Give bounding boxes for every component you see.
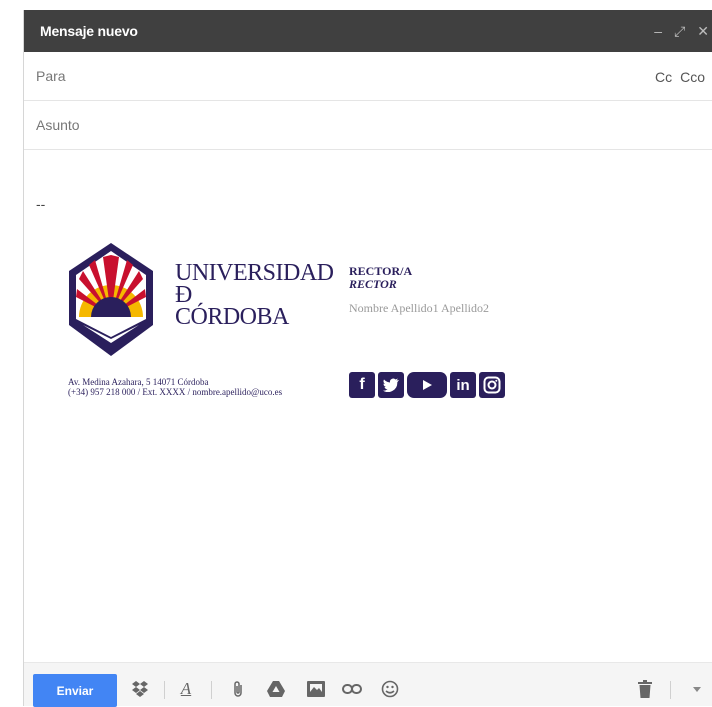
message-body[interactable]: -- UNIVERSIDAD Ð CÓRDOBA RECTOR/A RECTOR… [24, 150, 712, 662]
university-name-line3: CÓRDOBA [175, 304, 289, 330]
compose-toolbar: Enviar A [24, 662, 712, 707]
signature-role: RECTOR/A RECTOR [349, 265, 412, 291]
person-name: Nombre Apellido1 Apellido2 [349, 301, 489, 315]
university-logo-icon [69, 243, 153, 356]
contact-line: (+34) 957 218 000 / Ext. XXXX / nombre.a… [68, 387, 283, 397]
minimize-icon[interactable]: – [654, 23, 662, 39]
trash-icon[interactable] [635, 679, 655, 699]
cc-link[interactable]: Cc [655, 69, 672, 85]
dropbox-icon[interactable] [130, 679, 150, 699]
cc-bcc-links: Cc Cco [655, 52, 705, 101]
more-options-icon[interactable] [687, 679, 707, 699]
social-links: f in [349, 372, 505, 398]
close-icon[interactable]: ✕ [697, 23, 709, 40]
compose-window: Mensaje nuevo – ⤢ ✕ Cc Cco -- [23, 10, 712, 707]
subject-field[interactable] [36, 117, 596, 133]
role-title-italic: RECTOR [349, 277, 397, 291]
toolbar-divider [211, 681, 212, 699]
twitter-icon[interactable] [378, 372, 404, 398]
address-line: Av. Medina Azahara, 5 14071 Córdoba [68, 377, 209, 387]
university-name-line2: Ð [175, 282, 192, 308]
to-field[interactable] [36, 68, 596, 84]
link-icon[interactable] [342, 679, 362, 699]
drive-icon[interactable] [266, 679, 286, 699]
page-margin [0, 0, 23, 706]
to-row: Cc Cco [24, 52, 712, 101]
expand-icon[interactable]: ⤢ [674, 23, 685, 40]
emoji-icon[interactable] [380, 679, 400, 699]
window-controls: – ⤢ ✕ [654, 10, 709, 52]
university-name-line1: UNIVERSIDAD [175, 260, 334, 286]
email-signature: UNIVERSIDAD Ð CÓRDOBA RECTOR/A RECTOR No… [24, 150, 712, 662]
signature-address: Av. Medina Azahara, 5 14071 Córdoba (+34… [68, 377, 282, 397]
linkedin-icon[interactable]: in [450, 372, 476, 398]
text-format-icon[interactable]: A [176, 679, 196, 699]
window-title: Mensaje nuevo [40, 23, 138, 39]
photo-icon[interactable] [306, 679, 326, 699]
bcc-link[interactable]: Cco [680, 69, 705, 85]
facebook-icon[interactable]: f [349, 372, 375, 398]
compose-titlebar[interactable]: Mensaje nuevo – ⤢ ✕ [24, 10, 712, 52]
instagram-icon[interactable] [479, 372, 505, 398]
toolbar-divider [670, 681, 671, 699]
youtube-icon[interactable] [407, 372, 447, 398]
send-button[interactable]: Enviar [33, 674, 117, 707]
subject-row [24, 101, 712, 150]
toolbar-divider [164, 681, 165, 699]
university-name: UNIVERSIDAD Ð CÓRDOBA [175, 260, 334, 330]
attach-icon[interactable] [228, 679, 248, 699]
